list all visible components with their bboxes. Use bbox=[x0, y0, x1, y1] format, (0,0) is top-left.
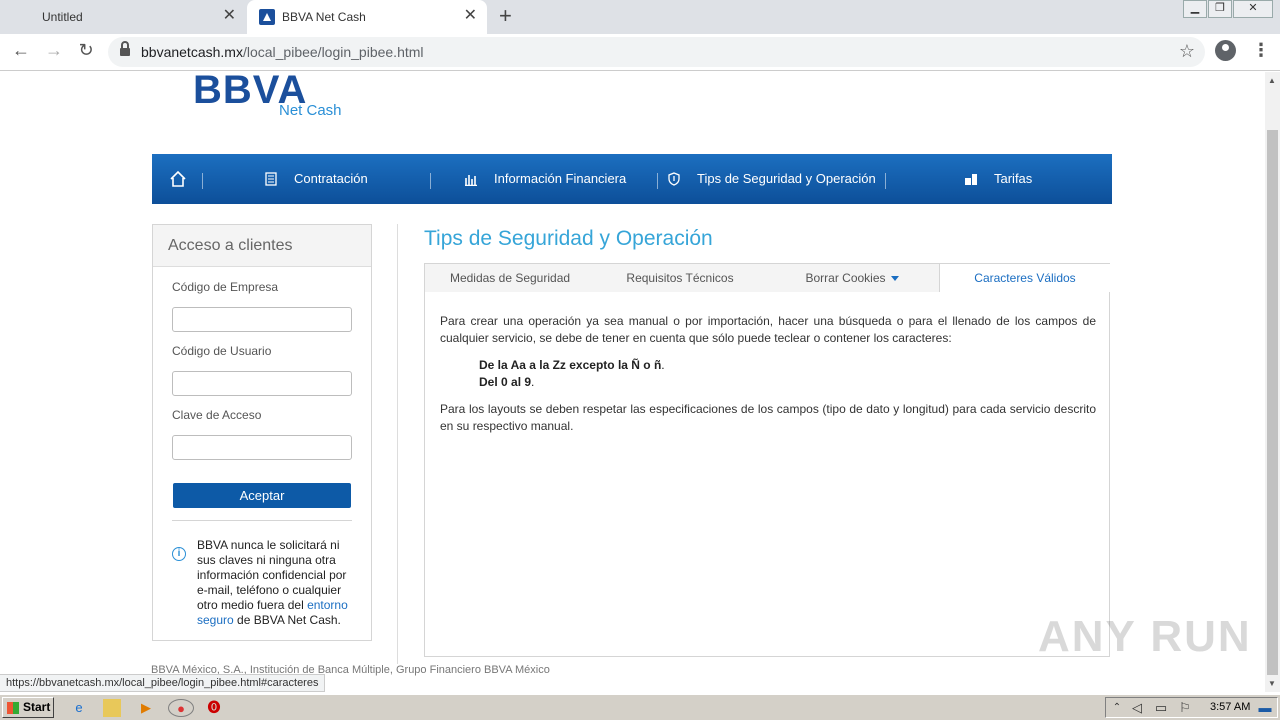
address-bar[interactable]: bbvanetcash.mx/local_pibee/login_pibee.h… bbox=[108, 37, 1205, 67]
bbva-logo[interactable]: BBVA Net Cash bbox=[193, 72, 342, 119]
login-divider bbox=[172, 520, 352, 521]
scroll-thumb[interactable] bbox=[1267, 130, 1278, 675]
windows-logo-icon bbox=[7, 702, 19, 714]
paragraph-intro: Para crear una operación ya sea manual o… bbox=[440, 314, 1096, 345]
scroll-up-icon[interactable]: ▲ bbox=[1268, 76, 1276, 85]
folder-icon[interactable] bbox=[103, 699, 121, 717]
tray-arrow-icon[interactable]: ⌃ bbox=[1108, 699, 1126, 717]
clock: 3:57 AM bbox=[1210, 701, 1251, 713]
rule-letters: De la Aa a la Zz excepto la Ñ o ñ. bbox=[479, 358, 665, 372]
password-label: Clave de Acceso bbox=[172, 408, 262, 422]
show-desktop-icon[interactable]: ▬ bbox=[1256, 699, 1274, 717]
media-player-icon[interactable]: ▶ bbox=[137, 699, 155, 717]
document-icon bbox=[265, 171, 277, 186]
nav-label: Tarifas bbox=[994, 171, 1033, 186]
new-tab-icon[interactable]: + bbox=[499, 4, 512, 28]
nav-label: Contratación bbox=[294, 171, 368, 186]
chrome-icon[interactable]: ● bbox=[168, 699, 194, 717]
accept-button[interactable]: Aceptar bbox=[173, 483, 351, 508]
page-viewport: BBVA Net Cash Contratación Información F… bbox=[0, 72, 1265, 692]
scroll-down-icon[interactable]: ▼ bbox=[1268, 679, 1276, 688]
rule-digits: Del 0 al 9. bbox=[479, 375, 535, 389]
system-tray: ⌃ ◁ ▭ ⚐ ▬ bbox=[1105, 697, 1278, 718]
nav-separator bbox=[430, 173, 431, 189]
tab-content: Para crear una operación ya sea manual o… bbox=[424, 292, 1110, 657]
shield-icon bbox=[668, 171, 680, 186]
nav-contratacion[interactable]: Contratación bbox=[264, 171, 368, 186]
tab-strip: Untitled ✕ BBVA Net Cash ✕ + ▁ ❐ ✕ bbox=[0, 0, 1280, 34]
ie-icon[interactable]: e bbox=[70, 699, 88, 717]
nav-separator bbox=[202, 173, 203, 189]
nav-tarifas[interactable]: Tarifas bbox=[964, 171, 1032, 186]
tab-caracteres-validos[interactable]: Caracteres Válidos bbox=[939, 264, 1110, 294]
flag-icon[interactable]: ⚐ bbox=[1176, 699, 1194, 717]
nav-separator bbox=[657, 173, 658, 189]
user-code-input[interactable] bbox=[172, 371, 352, 396]
start-button[interactable]: Start bbox=[2, 697, 54, 718]
user-code-label: Código de Usuario bbox=[172, 344, 272, 358]
close-tab-icon[interactable]: ✕ bbox=[464, 8, 477, 24]
coins-icon bbox=[965, 173, 977, 185]
home-icon[interactable] bbox=[170, 171, 186, 187]
nav-informacion-financiera[interactable]: Información Financiera bbox=[464, 171, 626, 186]
url-text: bbvanetcash.mx/local_pibee/login_pibee.h… bbox=[141, 44, 424, 60]
tab-borrar-cookies[interactable]: Borrar Cookies bbox=[765, 264, 939, 293]
password-input[interactable] bbox=[172, 435, 352, 460]
status-url: https://bbvanetcash.mx/local_pibee/login… bbox=[0, 674, 326, 692]
page-scrollbar[interactable]: ▲ ▼ bbox=[1265, 72, 1280, 692]
lock-icon bbox=[120, 41, 130, 57]
forward-icon[interactable]: → bbox=[42, 40, 66, 61]
tips-tabs: Medidas de Seguridad Requisitos Técnicos… bbox=[424, 263, 1110, 294]
reload-icon[interactable]: ↻ bbox=[74, 40, 98, 61]
bbva-favicon-icon bbox=[259, 9, 275, 25]
account-icon[interactable] bbox=[1215, 40, 1236, 61]
page-title: Tips de Seguridad y Operación bbox=[424, 227, 713, 250]
tab-medidas-seguridad[interactable]: Medidas de Seguridad bbox=[425, 264, 595, 293]
bar-chart-icon bbox=[465, 174, 477, 186]
anyrun-watermark: ANY RUN bbox=[1038, 612, 1252, 661]
tab-title: Untitled bbox=[42, 10, 83, 24]
bookmark-star-icon[interactable]: ☆ bbox=[1179, 41, 1195, 62]
login-panel: Acceso a clientes Código de Empresa Códi… bbox=[152, 224, 372, 641]
close-window-icon[interactable]: ✕ bbox=[1233, 0, 1273, 18]
tab-title: BBVA Net Cash bbox=[282, 10, 366, 24]
main-nav: Contratación Información Financiera Tips… bbox=[152, 154, 1112, 204]
paragraph-layouts: Para los layouts se deben respetar las e… bbox=[440, 402, 1096, 433]
info-icon: i bbox=[172, 547, 186, 561]
tab-untitled[interactable]: Untitled ✕ bbox=[0, 0, 246, 34]
nav-label: Tips de Seguridad y Operación bbox=[697, 171, 876, 186]
column-divider bbox=[397, 224, 398, 664]
minimize-icon[interactable]: ▁ bbox=[1183, 0, 1207, 18]
network-icon[interactable]: ▭ bbox=[1152, 699, 1170, 717]
restore-icon[interactable]: ❐ bbox=[1208, 0, 1232, 18]
taskbar: Start e ▶ ● ⓿ ⌃ ◁ ▭ ⚐ ▬ 3:57 AM bbox=[0, 694, 1280, 720]
login-title: Acceso a clientes bbox=[153, 225, 371, 267]
browser-toolbar: ← → ↻ bbvanetcash.mx/local_pibee/login_p… bbox=[0, 34, 1280, 71]
company-code-label: Código de Empresa bbox=[172, 280, 279, 294]
back-icon[interactable]: ← bbox=[9, 40, 33, 61]
volume-icon[interactable]: ◁ bbox=[1128, 699, 1146, 717]
nav-label: Información Financiera bbox=[494, 171, 627, 186]
close-tab-icon[interactable]: ✕ bbox=[223, 8, 236, 24]
stop-icon[interactable]: ⓿ bbox=[205, 699, 223, 717]
tab-bbva-net-cash[interactable]: BBVA Net Cash ✕ bbox=[247, 0, 487, 34]
logo-sub: Net Cash bbox=[279, 102, 342, 119]
caret-down-icon bbox=[890, 276, 899, 282]
nav-tips-seguridad[interactable]: Tips de Seguridad y Operación bbox=[667, 171, 876, 186]
browser-menu-icon[interactable]: ⋮ bbox=[1252, 40, 1270, 61]
company-code-input[interactable] bbox=[172, 307, 352, 332]
nav-separator bbox=[885, 173, 886, 189]
tab-requisitos-tecnicos[interactable]: Requisitos Técnicos bbox=[595, 264, 765, 293]
security-notice: BBVA nunca le solicitará ni sus claves n… bbox=[197, 538, 348, 627]
